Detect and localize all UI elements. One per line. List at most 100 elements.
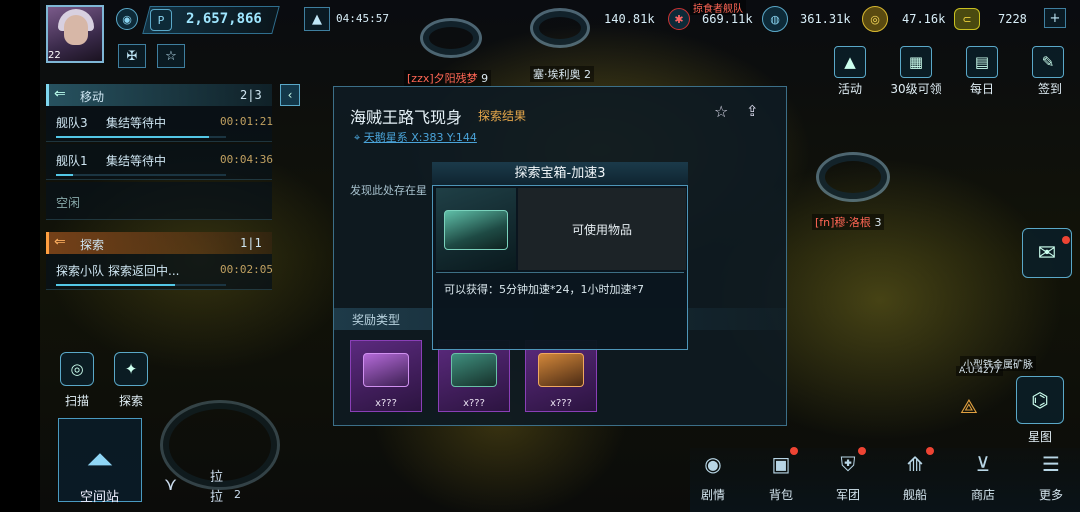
nav-story[interactable]: ◉ 剧情: [688, 450, 738, 510]
idle-label: 空闲: [56, 196, 81, 210]
side-text: 拉: [210, 490, 224, 505]
dialog-title: 海贼王路飞现身: [350, 108, 463, 127]
space-station-marker[interactable]: [816, 152, 890, 202]
player-level: 22: [48, 50, 61, 61]
explore-progress: [56, 284, 226, 286]
move-title: 移动: [80, 90, 105, 104]
star-map-icon[interactable]: ⌬: [1016, 376, 1064, 424]
planet-resource-icon[interactable]: ◍: [762, 6, 788, 32]
teal-chest-icon: [444, 210, 508, 250]
event-label[interactable]: 活动: [826, 80, 874, 97]
station-icon: ⏶: [86, 440, 114, 480]
star-map-label[interactable]: 星图: [1016, 428, 1064, 445]
credit-resource-icon[interactable]: ⊂: [954, 8, 980, 30]
fleet-progress: [56, 136, 226, 138]
daily-icon[interactable]: ▤: [966, 46, 998, 78]
resource-value: 669.11k: [702, 12, 753, 26]
nav-label: 舰船: [902, 488, 927, 502]
reward-qty: x???: [375, 398, 397, 409]
nav-more[interactable]: ☰ 更多: [1026, 450, 1076, 510]
rank-icon[interactable]: ▲: [304, 7, 330, 31]
item-description: 可使用物品: [518, 188, 686, 270]
fleet-progress: [56, 174, 226, 176]
event-icon[interactable]: ▲: [834, 46, 866, 78]
mine-code: A.U.4277: [956, 366, 1004, 376]
fleet-row-idle[interactable]: 空闲: [46, 182, 272, 220]
explore-status: 探索返回中...: [108, 264, 180, 278]
gift-label[interactable]: 30级可领: [884, 80, 948, 97]
server-time: 04:45:57: [336, 12, 389, 25]
divider: [436, 272, 684, 273]
space-station-marker[interactable]: [530, 8, 590, 48]
nav-ship[interactable]: ⟰ 舰船: [890, 450, 940, 510]
purple-chest-icon: [363, 353, 409, 387]
notification-dot: [790, 447, 798, 455]
nav-label: 军团: [835, 488, 860, 502]
add-resource-button[interactable]: +: [1044, 8, 1066, 28]
nav-label: 背包: [768, 488, 793, 502]
move-icon: ⇐: [54, 86, 66, 102]
resource-value: 361.31k: [800, 12, 851, 26]
teal-chest-icon: [451, 353, 497, 387]
scan-icon[interactable]: ◎: [60, 352, 94, 386]
explore-count: 1|1: [240, 236, 262, 250]
legion-emblem-icon[interactable]: ⋎: [164, 474, 177, 495]
explore-label: 探索: [118, 394, 143, 408]
fleet-name: 舰队3: [56, 116, 88, 130]
fleet-timer: 00:04:36: [220, 153, 273, 166]
explore-button-icon[interactable]: ✦: [114, 352, 148, 386]
notification-dot: [1062, 236, 1070, 244]
orange-chest-icon: [538, 353, 584, 387]
eagle-icon[interactable]: ✠: [118, 44, 146, 68]
reward-qty: x???: [463, 398, 485, 409]
resource-value: 7228: [998, 12, 1027, 26]
nav-label: 商店: [970, 488, 995, 502]
coin-resource-icon[interactable]: ◎: [862, 6, 888, 32]
collapse-panel-button[interactable]: ‹: [280, 84, 300, 106]
screen-edge: [0, 0, 40, 512]
reward-qty: x???: [550, 398, 572, 409]
fleet-row[interactable]: 舰队3 集结等待中 00:01:21: [46, 106, 273, 142]
explore-timer: 00:02:05: [220, 263, 273, 276]
fleet-marker-icon[interactable]: ⟁: [960, 394, 978, 418]
reward-item[interactable]: x???: [350, 340, 422, 412]
resource-value-partial: 140.81k: [604, 12, 655, 26]
fleet-status: 集结等待中: [106, 116, 167, 130]
explore-team: 探索小队: [56, 264, 105, 278]
reward-item[interactable]: x???: [525, 340, 597, 412]
reward-item[interactable]: x???: [438, 340, 510, 412]
move-count: 2|3: [240, 88, 262, 102]
power-icon: P: [150, 9, 172, 31]
gift-icon[interactable]: ▦: [900, 46, 932, 78]
dialog-location-link[interactable]: ⌖ 天鹅星系 X:383 Y:144: [354, 129, 477, 145]
explore-icon: ⇐: [54, 234, 66, 250]
map-player-label[interactable]: 塞·埃利奥 2: [530, 66, 594, 82]
popup-title: 探索宝箱-加速3: [432, 162, 688, 186]
scan-label: 扫描: [64, 394, 89, 408]
map-player-label[interactable]: [fn]穆·洛根 3: [812, 214, 885, 230]
explore-row[interactable]: 探索小队 探索返回中... 00:02:05: [46, 254, 273, 290]
space-station-marker[interactable]: [420, 18, 482, 58]
share-icon[interactable]: ⇪: [746, 102, 759, 120]
combat-power: 2,657,866: [186, 11, 262, 27]
dialog-subtitle: 探索结果: [478, 109, 527, 123]
checkin-label[interactable]: 签到: [1026, 80, 1074, 97]
nav-legion[interactable]: ⛨ 军团: [823, 450, 873, 510]
fleet-status: 集结等待中: [106, 154, 167, 168]
energy-icon[interactable]: ✱: [668, 8, 690, 30]
bottom-nav-bar: [690, 448, 1080, 512]
nav-label: 剧情: [700, 488, 725, 502]
side-text: 2: [234, 488, 241, 501]
fleet-row[interactable]: 舰队1 集结等待中 00:04:36: [46, 144, 273, 180]
map-player-label[interactable]: [zzx]夕阳残梦 9: [404, 70, 492, 86]
item-gain-text: 可以获得：5分钟加速*24，1小时加速*7: [444, 283, 644, 296]
nav-backpack[interactable]: ▣ 背包: [756, 450, 806, 510]
favorite-star-icon[interactable]: ☆: [714, 102, 728, 121]
nav-shop[interactable]: ⊻ 商店: [958, 450, 1008, 510]
favorite-star-icon[interactable]: ☆: [157, 44, 185, 68]
checkin-icon[interactable]: ✎: [1032, 46, 1064, 78]
dialog-body-text: 发现此处存在星: [350, 184, 427, 197]
daily-label[interactable]: 每日: [958, 80, 1006, 97]
nav-label: 更多: [1038, 488, 1063, 502]
planet-emblem-icon[interactable]: ◉: [116, 8, 138, 30]
